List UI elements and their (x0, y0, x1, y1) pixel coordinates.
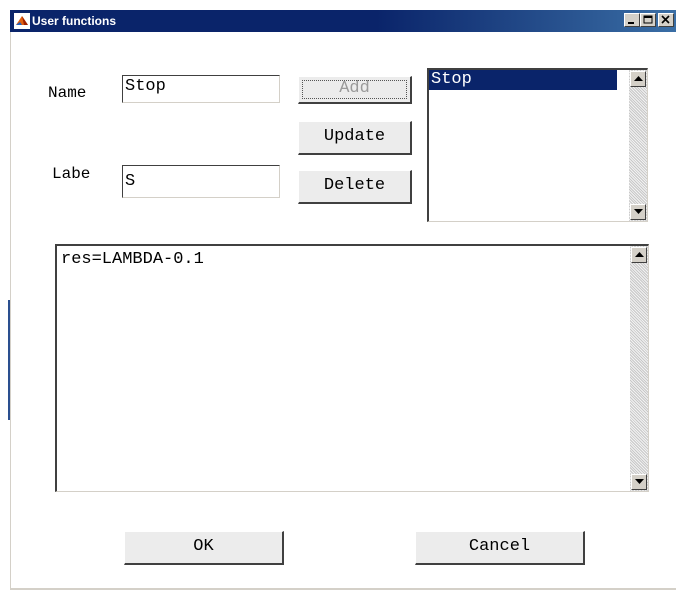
name-input[interactable]: Stop (122, 75, 280, 103)
code-text: res=LAMBDA-0.1 (61, 250, 204, 269)
maximize-icon[interactable] (640, 13, 656, 27)
window-border-left (10, 32, 11, 590)
list-item[interactable]: Stop (429, 70, 617, 90)
code-editor[interactable]: res=LAMBDA-0.1 (55, 244, 649, 492)
title-bar: User functions (10, 10, 676, 32)
ok-button[interactable]: OK (124, 531, 284, 565)
scroll-down-icon[interactable] (630, 204, 646, 220)
editor-scrollbar[interactable] (630, 246, 648, 491)
function-listbox[interactable]: Stop (427, 68, 648, 222)
close-icon[interactable] (658, 13, 674, 27)
matlab-app-icon (14, 13, 30, 29)
delete-button[interactable]: Delete (298, 170, 412, 204)
label-input[interactable]: S (122, 165, 280, 198)
name-label: Name (48, 84, 87, 102)
scroll-up-icon[interactable] (631, 247, 647, 263)
window-border-accent (8, 300, 10, 420)
label-label: Labe (52, 165, 91, 183)
focus-rect (302, 80, 407, 99)
minimize-icon[interactable] (624, 13, 640, 27)
add-button[interactable]: Add (298, 76, 412, 104)
window-title: User functions (32, 14, 117, 28)
cancel-button[interactable]: Cancel (415, 531, 585, 565)
scroll-down-icon[interactable] (631, 474, 647, 490)
list-scrollbar[interactable] (629, 70, 647, 221)
update-button[interactable]: Update (298, 121, 412, 155)
scroll-up-icon[interactable] (630, 71, 646, 87)
